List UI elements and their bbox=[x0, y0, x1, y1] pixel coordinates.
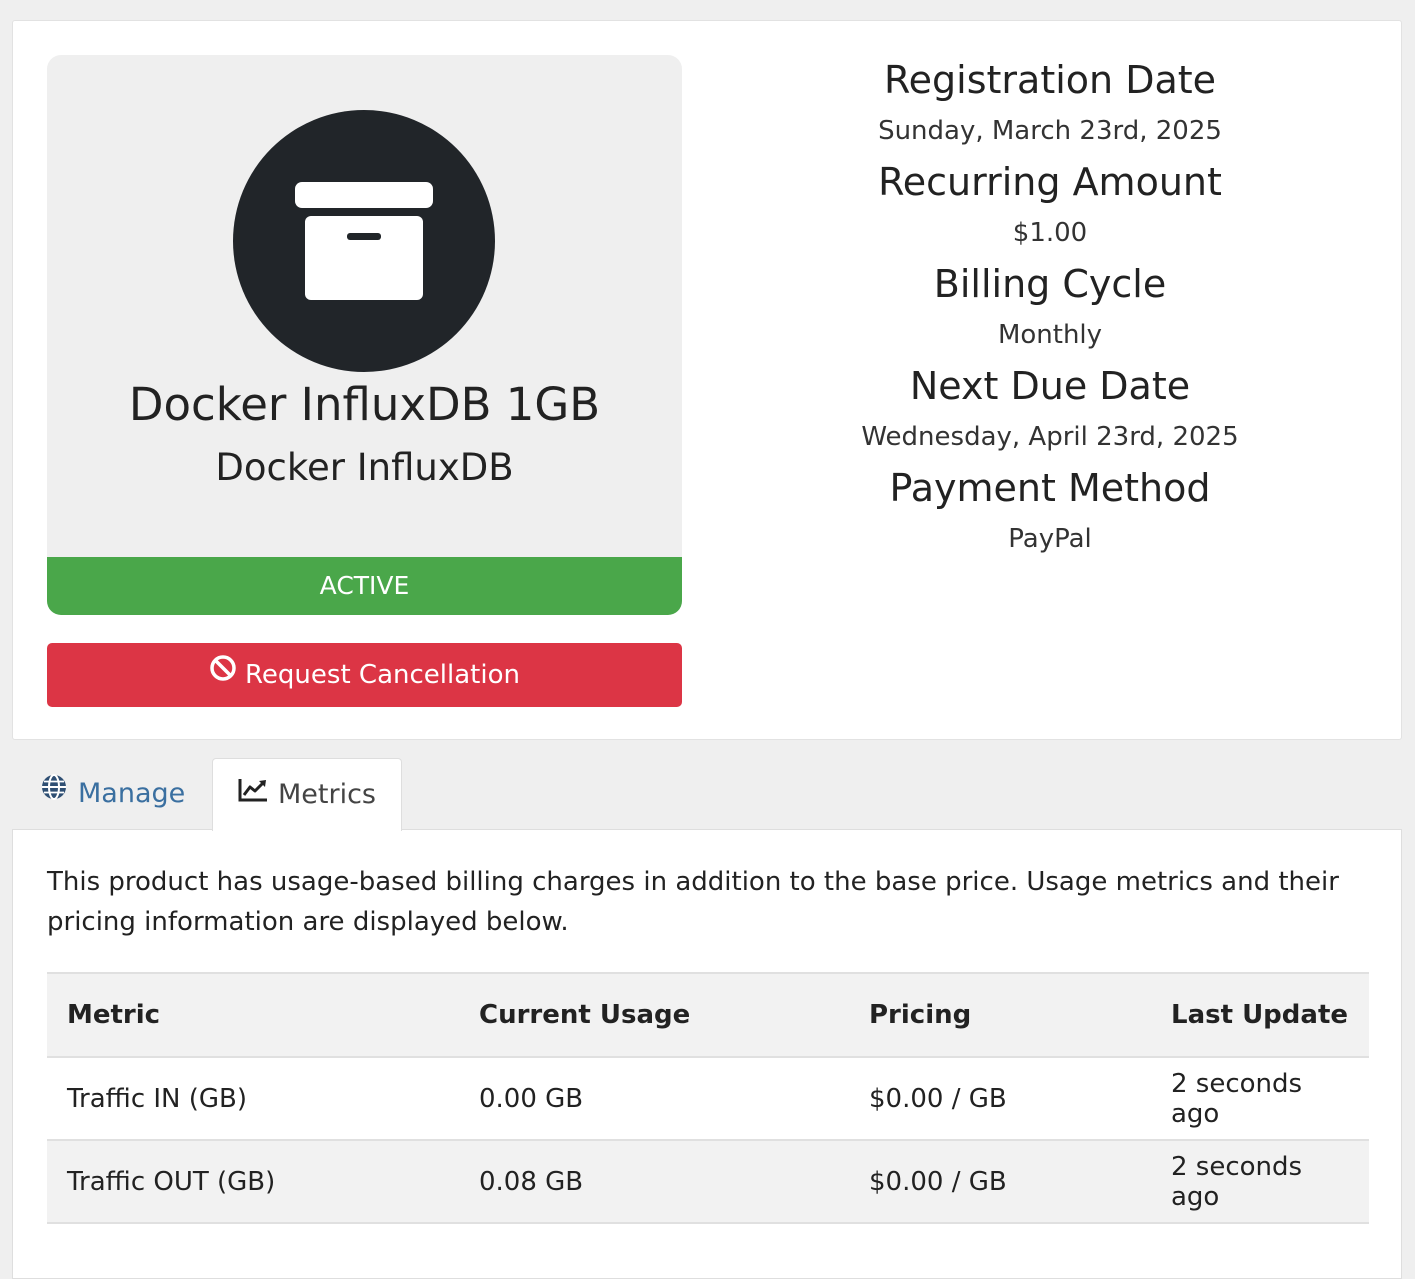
usage-billing-description: This product has usage-based billing cha… bbox=[47, 867, 1339, 937]
column-header-pricing: Pricing bbox=[849, 972, 1151, 1058]
metric-name-cell: Traffic OUT (GB) bbox=[47, 1140, 459, 1224]
billing-cycle-heading: Billing Cycle bbox=[933, 262, 1167, 306]
column-header-current-usage: Current Usage bbox=[459, 972, 849, 1058]
recurring-amount-heading: Recurring Amount bbox=[878, 160, 1222, 204]
next-due-date-value: Wednesday, April 23rd, 2025 bbox=[861, 422, 1239, 452]
last-update-cell: 2 seconds ago bbox=[1151, 1140, 1369, 1224]
billing-details: Registration Date Sunday, March 23rd, 20… bbox=[713, 55, 1387, 565]
metric-name-cell: Traffic IN (GB) bbox=[47, 1057, 459, 1141]
tab-manage[interactable]: Manage bbox=[40, 758, 185, 830]
request-cancellation-button[interactable]: Request Cancellation bbox=[47, 643, 682, 707]
metrics-table: Metric Current Usage Pricing Last Update… bbox=[47, 972, 1369, 1224]
current-usage-cell: 0.00 GB bbox=[459, 1057, 849, 1141]
table-row: Traffic OUT (GB) 0.08 GB $0.00 / GB 2 se… bbox=[47, 1140, 1369, 1224]
product-overview-panel: Docker InfluxDB 1GB Docker InfluxDB ACTI… bbox=[12, 20, 1402, 740]
tab-manage-label: Manage bbox=[78, 778, 186, 809]
registration-date-heading: Registration Date bbox=[883, 58, 1217, 102]
tab-bar: Manage Metrics bbox=[12, 758, 1402, 831]
column-header-metric: Metric bbox=[47, 972, 459, 1058]
globe-icon bbox=[40, 757, 68, 829]
request-cancellation-label: Request Cancellation bbox=[245, 660, 520, 690]
product-card: Docker InfluxDB 1GB Docker InfluxDB ACTI… bbox=[47, 55, 682, 615]
billing-cycle-value: Monthly bbox=[997, 320, 1103, 350]
line-chart-icon bbox=[238, 758, 268, 830]
recurring-amount-value: $1.00 bbox=[1012, 218, 1088, 248]
metrics-panel: This product has usage-based billing cha… bbox=[12, 829, 1402, 1279]
table-header-row: Metric Current Usage Pricing Last Update bbox=[47, 972, 1369, 1058]
registration-date-value: Sunday, March 23rd, 2025 bbox=[878, 116, 1222, 146]
pricing-cell: $0.00 / GB bbox=[849, 1057, 1151, 1141]
column-header-last-update: Last Update bbox=[1151, 972, 1369, 1058]
last-update-cell: 2 seconds ago bbox=[1151, 1057, 1369, 1141]
current-usage-cell: 0.08 GB bbox=[459, 1140, 849, 1224]
tab-metrics[interactable]: Metrics bbox=[212, 758, 402, 831]
ban-icon bbox=[209, 642, 237, 706]
payment-method-heading: Payment Method bbox=[889, 466, 1211, 510]
next-due-date-heading: Next Due Date bbox=[909, 364, 1191, 408]
pricing-cell: $0.00 / GB bbox=[849, 1140, 1151, 1224]
status-badge: ACTIVE bbox=[47, 557, 682, 615]
archive-box-icon bbox=[233, 110, 495, 372]
payment-method-value: PayPal bbox=[1008, 524, 1092, 554]
table-row: Traffic IN (GB) 0.00 GB $0.00 / GB 2 sec… bbox=[47, 1057, 1369, 1141]
product-name: Docker InfluxDB 1GB bbox=[128, 378, 601, 431]
tab-metrics-label: Metrics bbox=[277, 779, 376, 810]
product-group: Docker InfluxDB bbox=[215, 446, 514, 489]
